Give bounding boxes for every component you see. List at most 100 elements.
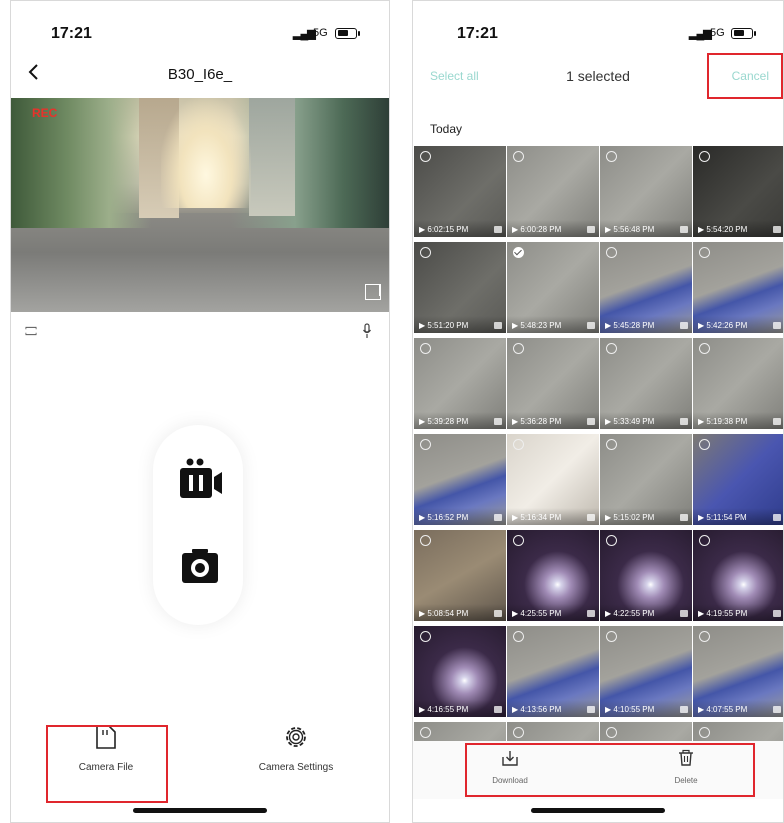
unchecked-circle-icon[interactable] — [513, 151, 524, 162]
unchecked-circle-icon[interactable] — [606, 727, 617, 738]
live-video-preview[interactable]: REC — [11, 98, 389, 312]
camera-settings-button[interactable]: Camera Settings — [231, 723, 361, 775]
unchecked-circle-icon[interactable] — [606, 439, 617, 450]
thumbnail-item[interactable]: ▶ 5:45:28 PM — [599, 241, 693, 334]
thumbnail-time: ▶ 5:48:23 PM — [512, 321, 562, 330]
thumbnail-item[interactable]: ▶ 5:19:38 PM — [692, 337, 783, 430]
thumbnail-item[interactable]: ▶ 5:42:26 PM — [692, 241, 783, 334]
unchecked-circle-icon[interactable] — [699, 343, 710, 354]
video-badge-icon — [773, 610, 781, 617]
video-badge-icon — [494, 226, 502, 233]
unchecked-circle-icon[interactable] — [420, 247, 431, 258]
unchecked-circle-icon[interactable] — [699, 727, 710, 738]
section-header: Today — [430, 122, 463, 136]
thumbnail-item[interactable]: ▶ 5:11:54 PM — [692, 433, 783, 526]
status-time: 17:21 — [51, 25, 92, 42]
video-badge-icon — [587, 322, 595, 329]
thumbnail-time: ▶ 5:39:28 PM — [419, 417, 469, 426]
unchecked-circle-icon[interactable] — [513, 631, 524, 642]
video-badge-icon — [680, 610, 688, 617]
camera-icon[interactable] — [180, 547, 220, 587]
thumbnail-item[interactable]: ▶ 5:16:52 PM — [413, 433, 507, 526]
unchecked-circle-icon[interactable] — [420, 535, 431, 546]
thumbnail-time: ▶ 4:16:55 PM — [419, 705, 469, 714]
unchecked-circle-icon[interactable] — [606, 151, 617, 162]
thumbnail-item[interactable]: ▶ 5:15:02 PM — [599, 433, 693, 526]
thumbnail-item[interactable]: ▶ 4:19:55 PM — [692, 529, 783, 622]
video-badge-icon — [587, 418, 595, 425]
thumbnail-item[interactable]: ▶ 4:25:55 PM — [506, 529, 600, 622]
thumbnail-item[interactable]: ▶ 5:51:20 PM — [413, 241, 507, 334]
network-label: 5G — [313, 27, 328, 39]
thumbnail-time: ▶ 5:15:02 PM — [605, 513, 655, 522]
video-badge-icon — [680, 514, 688, 521]
unchecked-circle-icon[interactable] — [513, 343, 524, 354]
thumbnail-time: ▶ 4:13:56 PM — [512, 705, 562, 714]
thumbnail-item[interactable] — [599, 721, 693, 741]
thumbnail-item[interactable] — [692, 721, 783, 741]
unchecked-circle-icon[interactable] — [513, 439, 524, 450]
thumbnail-item[interactable]: ▶ 6:02:15 PM — [413, 145, 507, 238]
highlight-box — [46, 725, 168, 803]
thumbnail-time: ▶ 4:19:55 PM — [698, 609, 748, 618]
thumbnail-time: ▶ 5:16:52 PM — [419, 513, 469, 522]
thumbnail-item[interactable] — [413, 721, 507, 741]
unchecked-circle-icon[interactable] — [699, 247, 710, 258]
microphone-icon[interactable] — [362, 323, 372, 339]
thumbnail-item[interactable]: ▶ 4:07:55 PM — [692, 625, 783, 718]
unchecked-circle-icon[interactable] — [513, 535, 524, 546]
gear-icon — [286, 727, 306, 747]
thumbnail-item[interactable]: ▶ 5:56:48 PM — [599, 145, 693, 238]
status-time: 17:21 — [457, 25, 498, 42]
unchecked-circle-icon[interactable] — [606, 535, 617, 546]
thumbnail-item[interactable]: ▶ 5:16:34 PM — [506, 433, 600, 526]
unchecked-circle-icon[interactable] — [699, 151, 710, 162]
unchecked-circle-icon[interactable] — [420, 631, 431, 642]
thumbnail-item[interactable]: ▶ 4:16:55 PM — [413, 625, 507, 718]
status-bar: 17:21 ▂▄▆ 5G — [11, 25, 389, 49]
thumbnail-item[interactable]: ▶ 4:22:55 PM — [599, 529, 693, 622]
highlight-box — [707, 53, 783, 99]
thumbnail-item[interactable]: ▶ 4:10:55 PM — [599, 625, 693, 718]
thumbnail-time: ▶ 5:51:20 PM — [419, 321, 469, 330]
thumbnail-item[interactable]: ▶ 5:39:28 PM — [413, 337, 507, 430]
signal-icon: ▂▄▆ — [689, 28, 712, 40]
highlight-box — [465, 743, 755, 797]
unchecked-circle-icon[interactable] — [420, 439, 431, 450]
rotate-icon[interactable]: [ ] — [25, 326, 39, 336]
unchecked-circle-icon[interactable] — [606, 343, 617, 354]
unchecked-circle-icon[interactable] — [420, 343, 431, 354]
fullscreen-icon[interactable] — [365, 284, 381, 300]
thumbnail-time: ▶ 5:45:28 PM — [605, 321, 655, 330]
unchecked-circle-icon[interactable] — [699, 631, 710, 642]
thumbnail-time: ▶ 5:16:34 PM — [512, 513, 562, 522]
unchecked-circle-icon[interactable] — [606, 247, 617, 258]
unchecked-circle-icon[interactable] — [606, 631, 617, 642]
thumbnail-time: ▶ 5:56:48 PM — [605, 225, 655, 234]
network-label: 5G — [710, 27, 725, 39]
home-indicator — [133, 808, 267, 813]
unchecked-circle-icon[interactable] — [420, 151, 431, 162]
thumbnail-item[interactable]: ▶ 5:54:20 PM — [692, 145, 783, 238]
camera-settings-label: Camera Settings — [258, 762, 334, 773]
battery-icon — [731, 28, 756, 39]
battery-icon — [335, 28, 360, 39]
thumbnail-item[interactable] — [506, 721, 600, 741]
thumbnail-item[interactable]: ▶ 6:00:28 PM — [506, 145, 600, 238]
signal-icon: ▂▄▆ — [293, 28, 316, 40]
thumbnail-item[interactable]: ▶ 4:13:56 PM — [506, 625, 600, 718]
video-badge-icon — [494, 514, 502, 521]
pause-video-icon[interactable] — [174, 457, 226, 503]
video-badge-icon — [494, 706, 502, 713]
rec-indicator: REC — [32, 106, 58, 120]
thumbnail-time: ▶ 5:08:54 PM — [419, 609, 469, 618]
thumbnail-item[interactable]: ▶ 5:48:23 PM — [506, 241, 600, 334]
thumbnail-item[interactable]: ▶ 5:33:49 PM — [599, 337, 693, 430]
checked-icon[interactable] — [513, 247, 524, 258]
thumbnail-item[interactable]: ▶ 5:36:28 PM — [506, 337, 600, 430]
unchecked-circle-icon[interactable] — [420, 727, 431, 738]
unchecked-circle-icon[interactable] — [513, 727, 524, 738]
unchecked-circle-icon[interactable] — [699, 439, 710, 450]
thumbnail-item[interactable]: ▶ 5:08:54 PM — [413, 529, 507, 622]
unchecked-circle-icon[interactable] — [699, 535, 710, 546]
